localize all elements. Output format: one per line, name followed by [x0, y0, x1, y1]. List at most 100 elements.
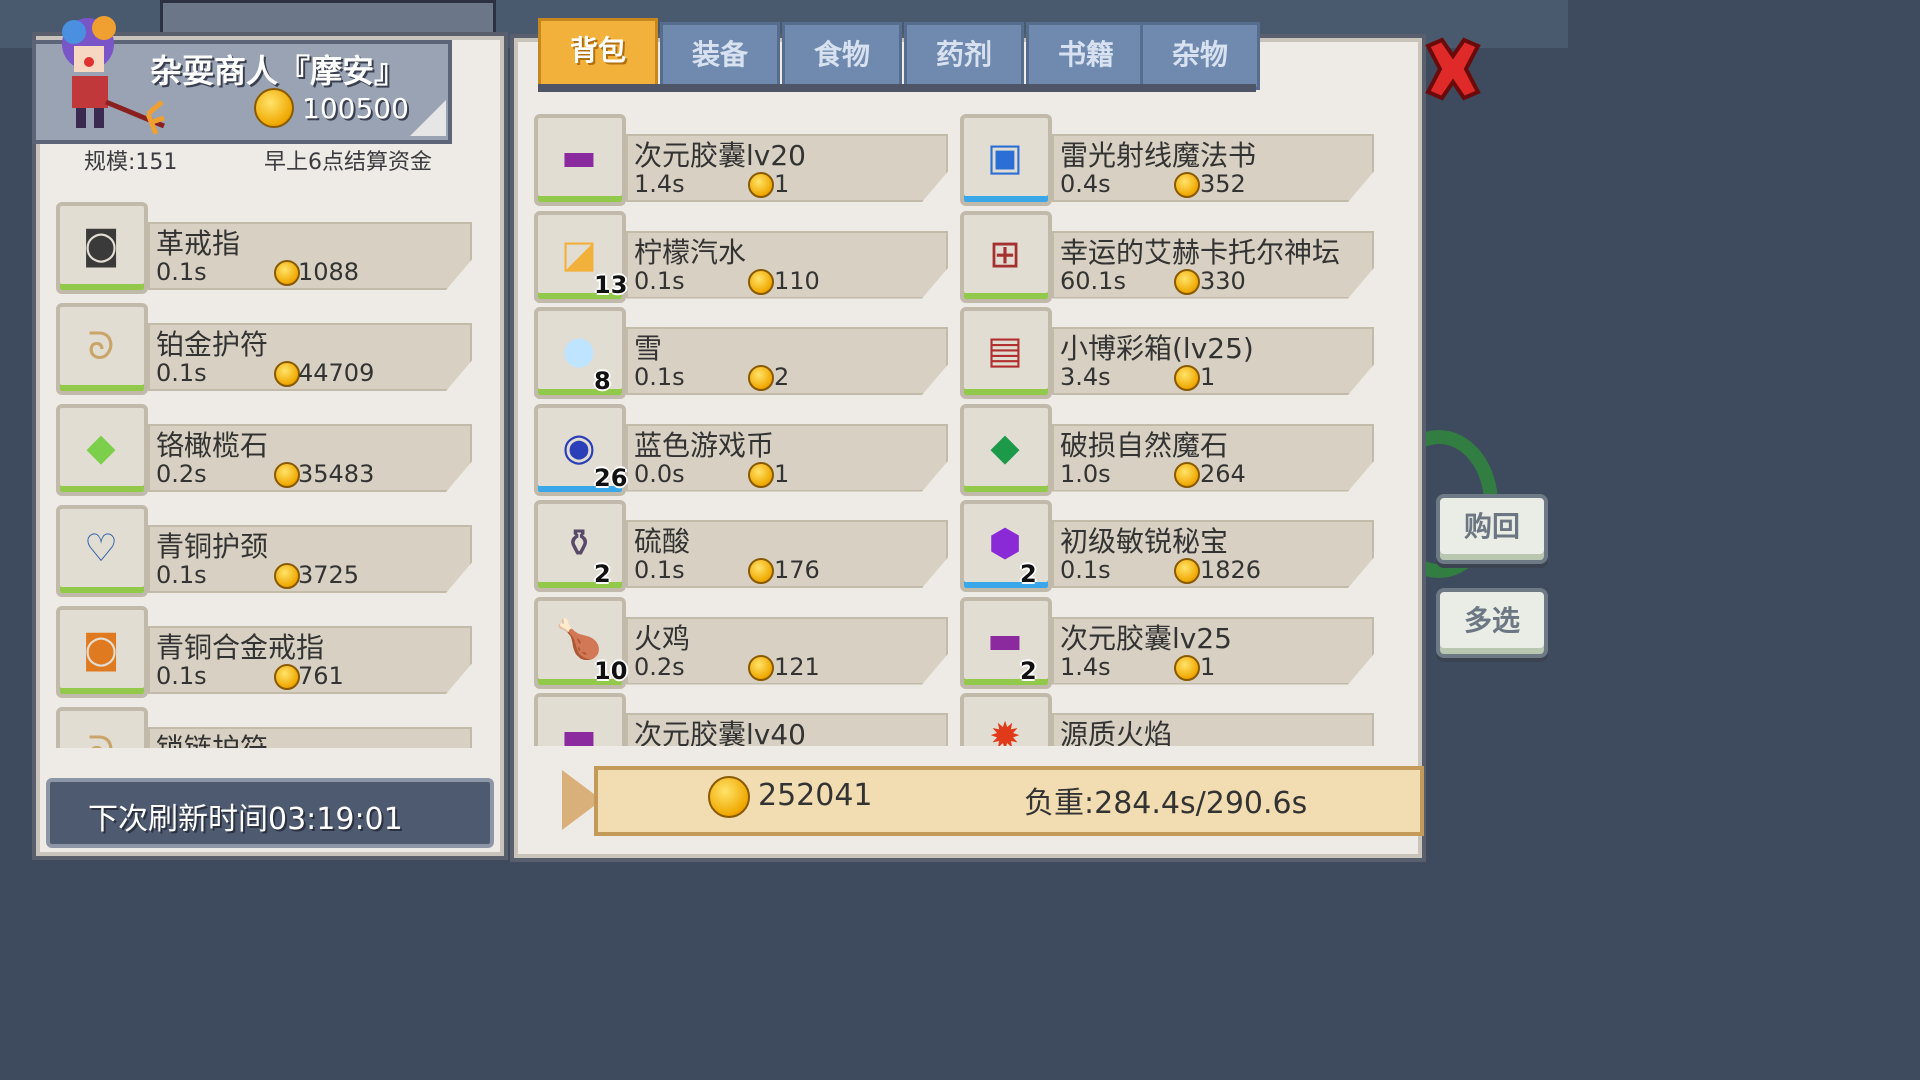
- gold-coin-icon: [274, 361, 300, 387]
- item-slot[interactable]: 🍗 10: [534, 596, 628, 689]
- item-time: 1.0s: [1060, 459, 1111, 488]
- gold-coin-icon: [1174, 172, 1200, 198]
- item-slot[interactable]: ᘐ: [56, 707, 148, 748]
- item-entry[interactable]: ◙ 青铜合金戒指 0.1s 761: [56, 606, 472, 698]
- item-name: 雪: [634, 332, 663, 365]
- item-name: 次元胶囊lv25: [1060, 621, 1232, 655]
- item-entry[interactable]: ▬ 次元胶囊lv20 1.4s 1: [534, 114, 948, 206]
- item-slot[interactable]: ▤: [960, 307, 1052, 399]
- item-slot[interactable]: ▣: [960, 114, 1052, 206]
- gem-icon: ◆: [86, 425, 116, 469]
- tab-potion[interactable]: 药剂: [904, 22, 1024, 90]
- item-slot[interactable]: ᘐ: [56, 303, 148, 395]
- capsule-icon: ▬: [561, 135, 597, 179]
- item-price: 1: [1200, 363, 1216, 391]
- item-entry[interactable]: ⬢ 2 初级敏锐秘宝 0.1s 1826: [960, 500, 1374, 592]
- item-name: 次元胶囊lv20: [634, 139, 806, 172]
- item-slot[interactable]: ◆: [56, 404, 148, 496]
- item-slot[interactable]: ✹: [960, 693, 1052, 746]
- item-entry[interactable]: ▬ 2 次元胶囊lv25 1.4s 1: [960, 596, 1374, 689]
- refresh-timer-bar: 下次刷新时间03:19:01: [46, 778, 494, 848]
- item-price: 110: [774, 266, 820, 295]
- item-time: 0.2s: [156, 460, 207, 488]
- item-entry[interactable]: ◙ 革戒指 0.1s 1088: [56, 202, 472, 294]
- item-price: 176: [774, 556, 820, 584]
- item-count: 8: [594, 367, 611, 395]
- item-entry[interactable]: ♡ 青铜护颈 0.1s 3725: [56, 505, 472, 597]
- item-slot[interactable]: ▬: [534, 114, 626, 206]
- item-entry[interactable]: ᘐ 铂金护符 0.1s 44709: [56, 303, 472, 395]
- item-entry[interactable]: ▣ 雷光射线魔法书 0.4s 352: [960, 114, 1374, 206]
- buyback-button[interactable]: 购回: [1436, 494, 1548, 564]
- item-slot[interactable]: ◉ 26: [534, 403, 628, 496]
- item-slot[interactable]: ▬: [534, 693, 626, 746]
- item-price: 3725: [298, 561, 360, 589]
- item-name: 铬橄榄石: [156, 429, 269, 462]
- item-entry[interactable]: ⊞ 幸运的艾赫卡托尔神坛 60.1s 330: [960, 210, 1374, 303]
- gold-coin-icon: [1174, 268, 1200, 295]
- merchant-name: 杂耍商人『摩安』: [150, 52, 407, 90]
- tab-food[interactable]: 食物: [782, 22, 902, 90]
- category-tabs: 背包 装备 食物 药剂 书籍 杂物: [538, 18, 1260, 92]
- item-count: 2: [1020, 656, 1037, 685]
- item-slot[interactable]: ◙: [56, 606, 148, 698]
- item-price: 1826: [1200, 556, 1262, 584]
- item-slot[interactable]: ⚱ 2: [534, 500, 626, 592]
- item-entry[interactable]: ▤ 小博彩箱(lv25) 3.4s 1: [960, 307, 1374, 399]
- item-count: 26: [594, 463, 628, 492]
- item-time: 0.2s: [634, 652, 685, 681]
- flame-icon: ✹: [989, 714, 1021, 746]
- gold-coin-icon: [274, 563, 300, 589]
- item-entry[interactable]: ◆ 破损自然魔石 1.0s 264: [960, 403, 1374, 496]
- item-slot[interactable]: ⊞: [960, 210, 1052, 303]
- merchant-item-list[interactable]: ◙ 革戒指 0.1s 1088 ᘐ 铂金护符 0.1s 44709 ◆ 铬橄榄石 0.2s 35483…: [56, 196, 486, 748]
- item-name: 铂金护符: [156, 328, 269, 361]
- item-name: 源质火焰: [1060, 718, 1173, 746]
- amulet-icon: ᘐ: [74, 723, 128, 749]
- item-price: 1088: [298, 258, 360, 286]
- ring-icon: ◙: [82, 627, 120, 671]
- item-name: 硫酸: [634, 525, 691, 558]
- item-name: 蓝色游戏币: [634, 428, 775, 462]
- item-entry[interactable]: 🍗 10 火鸡 0.2s 121: [534, 596, 948, 689]
- altar-icon: ⊞: [989, 231, 1021, 276]
- item-count: 2: [1020, 560, 1037, 588]
- item-name: 次元胶囊lv40: [634, 718, 806, 746]
- item-time: 0.1s: [1060, 556, 1111, 584]
- item-slot[interactable]: ♡: [56, 505, 148, 597]
- tab-equipment[interactable]: 装备: [660, 22, 780, 90]
- item-name: 柠檬汽水: [634, 235, 747, 269]
- item-entry[interactable]: ✹ 源质火焰: [960, 693, 1374, 746]
- item-entry[interactable]: ● 8 雪 0.1s 2: [534, 307, 948, 399]
- gold-coin-icon: [748, 172, 774, 198]
- item-slot[interactable]: ◙: [56, 202, 148, 294]
- tab-misc[interactable]: 杂物: [1140, 22, 1260, 90]
- tab-backpack[interactable]: 背包: [538, 18, 658, 92]
- item-slot[interactable]: ⬢ 2: [960, 500, 1052, 592]
- multiselect-button[interactable]: 多选: [1436, 588, 1548, 658]
- capsule-icon: ▬: [561, 714, 597, 746]
- item-entry[interactable]: ᘐ 锁链护符: [56, 707, 472, 748]
- item-name: 青铜合金戒指: [156, 631, 325, 664]
- item-price: 1: [774, 170, 790, 198]
- item-entry[interactable]: ◪ 13 柠檬汽水 0.1s 110: [534, 210, 948, 303]
- item-name: 火鸡: [634, 621, 691, 655]
- item-time: 0.1s: [156, 662, 207, 690]
- chest-icon: ▤: [987, 328, 1023, 372]
- item-price: 2: [774, 363, 790, 391]
- item-entry[interactable]: ⚱ 2 硫酸 0.1s 176: [534, 500, 948, 592]
- item-slot[interactable]: ◆: [960, 403, 1052, 496]
- item-price: 121: [774, 652, 820, 681]
- item-count: 10: [594, 656, 628, 685]
- item-slot[interactable]: ● 8: [534, 307, 626, 399]
- item-slot[interactable]: ◪ 13: [534, 210, 627, 303]
- close-icon[interactable]: [1422, 36, 1484, 102]
- item-slot[interactable]: ▬ 2: [960, 596, 1052, 689]
- item-price: 44709: [298, 359, 375, 387]
- tab-books[interactable]: 书籍: [1026, 22, 1146, 90]
- item-entry[interactable]: ▬ 次元胶囊lv40: [534, 693, 948, 746]
- inventory-item-grid[interactable]: ▬ 次元胶囊lv20 1.4s 1 ▣ 雷光射线魔法书 0.4s 352 ◪ 13 柠檬汽水 0.1s…: [534, 110, 1394, 746]
- item-entry[interactable]: ◆ 铬橄榄石 0.2s 35483: [56, 404, 472, 496]
- item-entry[interactable]: ◉ 26 蓝色游戏币 0.0s 1: [534, 403, 948, 496]
- item-name: 青铜护颈: [156, 530, 269, 563]
